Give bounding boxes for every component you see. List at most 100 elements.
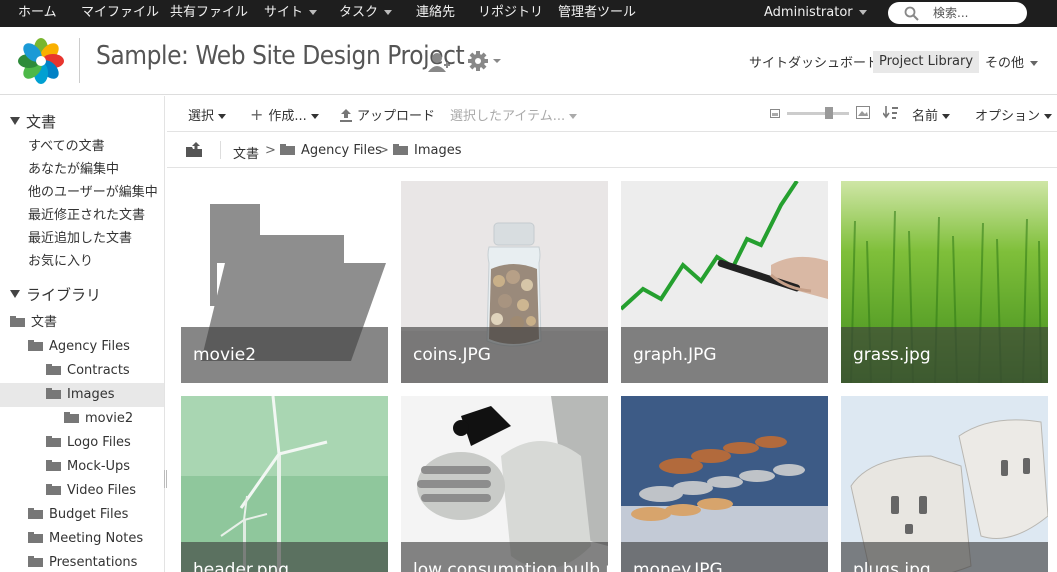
tree-item[interactable]: Mock-Ups — [0, 455, 164, 479]
breadcrumb-separator: > — [378, 143, 389, 158]
user-menu[interactable]: Administrator — [764, 0, 867, 27]
nav-repository[interactable]: リポジトリ — [478, 0, 543, 27]
library-section-heading[interactable]: ライブラリ — [10, 284, 101, 305]
breadcrumb: 文書 > Agency Files > Images — [167, 133, 1057, 168]
header-divider — [79, 38, 80, 83]
options-label: オプション — [975, 109, 1041, 124]
breadcrumb-item-label: Images — [414, 143, 462, 158]
item-name: graph.JPG — [621, 327, 828, 383]
sort-field-label: 名前 — [912, 109, 939, 124]
join-site-icon[interactable] — [428, 52, 450, 72]
grid-item-image[interactable]: money.JPG — [621, 396, 828, 572]
sidebar: 文書 すべての文書 あなたが編集中 他のユーザーが編集中 最近修正された文書 最… — [0, 96, 165, 572]
thumbnail-size-slider[interactable] — [787, 107, 849, 119]
tree-item-label: Logo Files — [67, 435, 131, 450]
tree-item[interactable]: Video Files — [0, 479, 164, 503]
upload-button[interactable]: アップロード — [339, 105, 435, 124]
site-header: Sample: Web Site Design Project サイトダッシュボ… — [0, 27, 1057, 95]
large-thumbnail-icon[interactable] — [856, 106, 870, 119]
nav-people[interactable]: 連絡先 — [416, 0, 455, 27]
filter-recently-added[interactable]: 最近追加した文書 — [28, 227, 132, 246]
more-menu[interactable]: その他 — [985, 52, 1039, 71]
tree-item[interactable]: 文書 — [0, 311, 164, 335]
selected-items-label: 選択したアイテム... — [450, 109, 566, 124]
sidebar-resize-handle[interactable] — [164, 470, 167, 488]
site-dashboard-link[interactable]: サイトダッシュボード — [749, 52, 879, 71]
item-name: coins.JPG — [401, 327, 608, 383]
tree-item-label: Budget Files — [49, 507, 129, 522]
folder-icon — [28, 508, 43, 519]
sort-direction-icon[interactable] — [883, 106, 899, 120]
options-menu[interactable]: オプション — [975, 105, 1053, 124]
nav-admin-tools[interactable]: 管理者ツール — [558, 0, 636, 27]
site-title: Sample: Web Site Design Project — [96, 41, 465, 71]
alfresco-logo — [18, 38, 64, 84]
tree-item-label: Video Files — [67, 483, 137, 498]
grid-item-image[interactable]: low consumption bulb.png — [401, 396, 608, 572]
tree-item-label: Agency Files — [49, 339, 130, 354]
filter-all-documents[interactable]: すべての文書 — [28, 135, 105, 154]
search-placeholder: 検索... — [933, 6, 969, 20]
tree-item-label: Presentations — [49, 555, 138, 570]
library-heading-label: ライブラリ — [26, 286, 102, 304]
tree-item[interactable]: Meeting Notes — [0, 527, 164, 551]
tree-item-label: Mock-Ups — [67, 459, 131, 474]
chevron-down-icon — [1044, 114, 1053, 119]
select-menu-button[interactable]: 選択 — [188, 105, 227, 124]
gear-icon[interactable] — [468, 51, 504, 71]
documents-section-heading[interactable]: 文書 — [10, 111, 56, 132]
tree-item[interactable]: Presentations — [0, 551, 164, 572]
create-menu-button[interactable]: + 作成... — [250, 105, 319, 124]
filter-editing-others[interactable]: 他のユーザーが編集中 — [28, 181, 158, 200]
search-box[interactable]: 検索... — [888, 2, 1027, 24]
top-navigation-bar: ホーム マイファイル 共有ファイル サイト タスク 連絡先 リポジトリ 管理者ツ… — [0, 0, 1057, 27]
grid-item-image[interactable]: coins.JPG — [401, 181, 608, 383]
tree-item[interactable]: movie2 — [0, 407, 164, 431]
tree-item-label: 文書 — [31, 315, 58, 330]
nav-tasks-label: タスク — [339, 5, 379, 20]
breadcrumb-item[interactable]: Agency Files — [280, 143, 382, 158]
search-icon — [904, 6, 919, 21]
nav-tasks[interactable]: タスク — [339, 0, 393, 27]
slider-thumb[interactable] — [825, 107, 833, 119]
grid-item-image[interactable]: header.png — [181, 396, 388, 572]
select-label: 選択 — [188, 109, 215, 124]
nav-shared-files[interactable]: 共有ファイル — [170, 0, 248, 27]
nav-my-files[interactable]: マイファイル — [81, 0, 159, 27]
tree-item[interactable]: Contracts — [0, 359, 164, 383]
chevron-down-icon — [858, 10, 867, 15]
chevron-down-icon — [1030, 61, 1039, 66]
sort-field-menu[interactable]: 名前 — [912, 105, 951, 124]
small-thumbnail-icon[interactable] — [770, 109, 780, 118]
collapse-triangle-icon — [10, 117, 20, 125]
folder-open-icon — [28, 340, 43, 351]
item-name: movie2 — [181, 327, 388, 383]
chevron-down-icon — [310, 114, 319, 119]
nav-sites-label: サイト — [264, 5, 304, 20]
tree-item[interactable]: Logo Files — [0, 431, 164, 455]
grid-item-image[interactable]: grass.jpg — [841, 181, 1048, 383]
tree-item-selected[interactable]: Images — [0, 383, 164, 407]
tree-item[interactable]: Budget Files — [0, 503, 164, 527]
user-name: Administrator — [764, 5, 853, 20]
nav-sites[interactable]: サイト — [264, 0, 318, 27]
breadcrumb-item[interactable]: 文書 — [233, 143, 259, 162]
upload-icon — [340, 109, 352, 122]
item-name: plugs.jpg — [841, 542, 1048, 572]
nav-home[interactable]: ホーム — [18, 0, 57, 27]
filter-recently-modified[interactable]: 最近修正された文書 — [28, 204, 145, 223]
tree-item[interactable]: Agency Files — [0, 335, 164, 359]
item-name: grass.jpg — [841, 327, 1048, 383]
filter-favorites[interactable]: お気に入り — [28, 250, 93, 269]
item-name: low consumption bulb.png — [401, 542, 608, 572]
breadcrumb-item-label: Agency Files — [301, 143, 382, 158]
grid-item-image[interactable]: plugs.jpg — [841, 396, 1048, 572]
tree-item-label: Contracts — [67, 363, 130, 378]
folder-up-icon[interactable] — [186, 142, 202, 157]
grid-item-image[interactable]: graph.JPG — [621, 181, 828, 383]
grid-item-folder[interactable]: movie2 — [181, 181, 388, 383]
filter-editing-me[interactable]: あなたが編集中 — [28, 158, 119, 177]
project-library-link[interactable]: Project Library — [873, 51, 980, 73]
selected-items-menu[interactable]: 選択したアイテム... — [450, 105, 578, 124]
breadcrumb-item-current[interactable]: Images — [393, 143, 462, 158]
